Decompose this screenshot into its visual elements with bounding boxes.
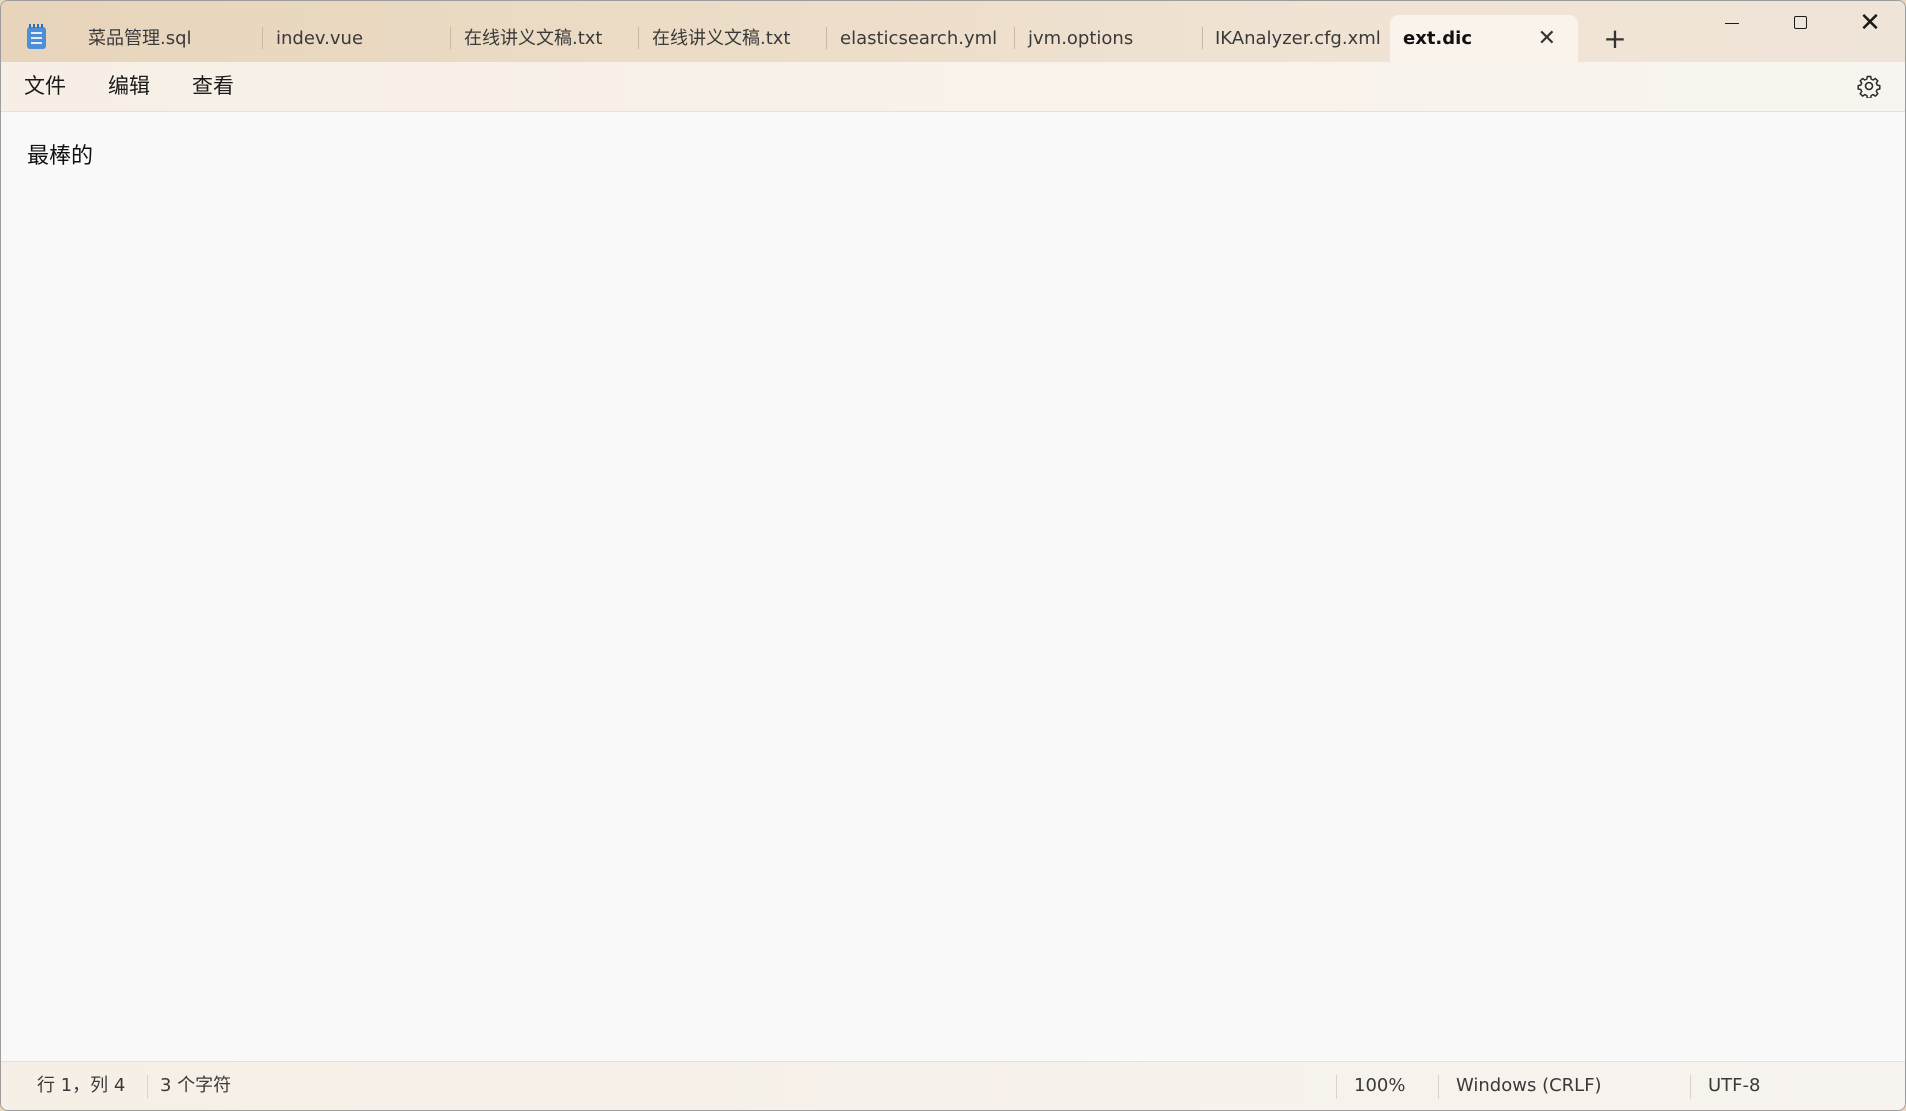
tab-label: IKAnalyzer.cfg.xml bbox=[1215, 28, 1381, 49]
tab-label: 菜品管理.sql bbox=[88, 28, 192, 49]
cursor-position: 行 1，列 4 bbox=[37, 1075, 126, 1096]
close-window-button[interactable]: ✕ bbox=[1835, 1, 1905, 45]
notepad-icon bbox=[27, 24, 46, 49]
tab-label: indev.vue bbox=[276, 28, 364, 49]
status-divider bbox=[1438, 1075, 1439, 1099]
tab-file-3[interactable]: 在线讲义文稿.txt bbox=[451, 15, 639, 62]
text-editor[interactable]: 最棒的 bbox=[1, 112, 1905, 1062]
status-divider bbox=[1336, 1075, 1337, 1099]
tab-label: 在线讲义文稿.txt bbox=[464, 28, 603, 49]
character-count: 3 个字符 bbox=[160, 1075, 232, 1096]
new-tab-button[interactable]: + bbox=[1599, 15, 1631, 62]
status-divider bbox=[147, 1075, 148, 1099]
gear-icon[interactable] bbox=[1857, 74, 1881, 98]
tab-file-active[interactable]: ext.dic ✕ bbox=[1390, 15, 1578, 62]
tab-file-7[interactable]: IKAnalyzer.cfg.xml bbox=[1202, 15, 1390, 62]
tab-file-6[interactable]: jvm.options bbox=[1015, 15, 1203, 62]
tab-file-2[interactable]: indev.vue bbox=[263, 15, 451, 62]
tab-label: 在线讲义文稿.txt bbox=[652, 28, 791, 49]
minimize-button[interactable] bbox=[1697, 1, 1767, 45]
status-bar: 行 1，列 4 3 个字符 100% Windows (CRLF) UTF-8 bbox=[1, 1061, 1905, 1110]
editor-content[interactable]: 最棒的 bbox=[27, 138, 93, 170]
tab-label: jvm.options bbox=[1028, 28, 1134, 49]
tab-label: elasticsearch.yml bbox=[840, 28, 998, 49]
line-ending[interactable]: Windows (CRLF) bbox=[1456, 1062, 1602, 1110]
tab-file-4[interactable]: 在线讲义文稿.txt bbox=[639, 15, 827, 62]
notepad-window: 菜品管理.sql indev.vue 在线讲义文稿.txt 在线讲义文稿.txt… bbox=[0, 0, 1906, 1111]
menu-view[interactable]: 查看 bbox=[192, 62, 234, 111]
maximize-button[interactable] bbox=[1766, 1, 1836, 45]
title-bar: 菜品管理.sql indev.vue 在线讲义文稿.txt 在线讲义文稿.txt… bbox=[1, 1, 1905, 62]
menu-edit[interactable]: 编辑 bbox=[108, 62, 150, 111]
tab-file-1[interactable]: 菜品管理.sql bbox=[75, 15, 263, 62]
close-tab-icon[interactable]: ✕ bbox=[1538, 15, 1556, 62]
menu-bar: 文件 编辑 查看 bbox=[1, 62, 1905, 112]
tab-label: ext.dic bbox=[1403, 28, 1472, 49]
tab-file-5[interactable]: elasticsearch.yml bbox=[827, 15, 1015, 62]
encoding[interactable]: UTF-8 bbox=[1708, 1062, 1760, 1110]
status-divider bbox=[1690, 1075, 1691, 1099]
zoom-level[interactable]: 100% bbox=[1354, 1062, 1405, 1110]
menu-file[interactable]: 文件 bbox=[24, 62, 66, 111]
